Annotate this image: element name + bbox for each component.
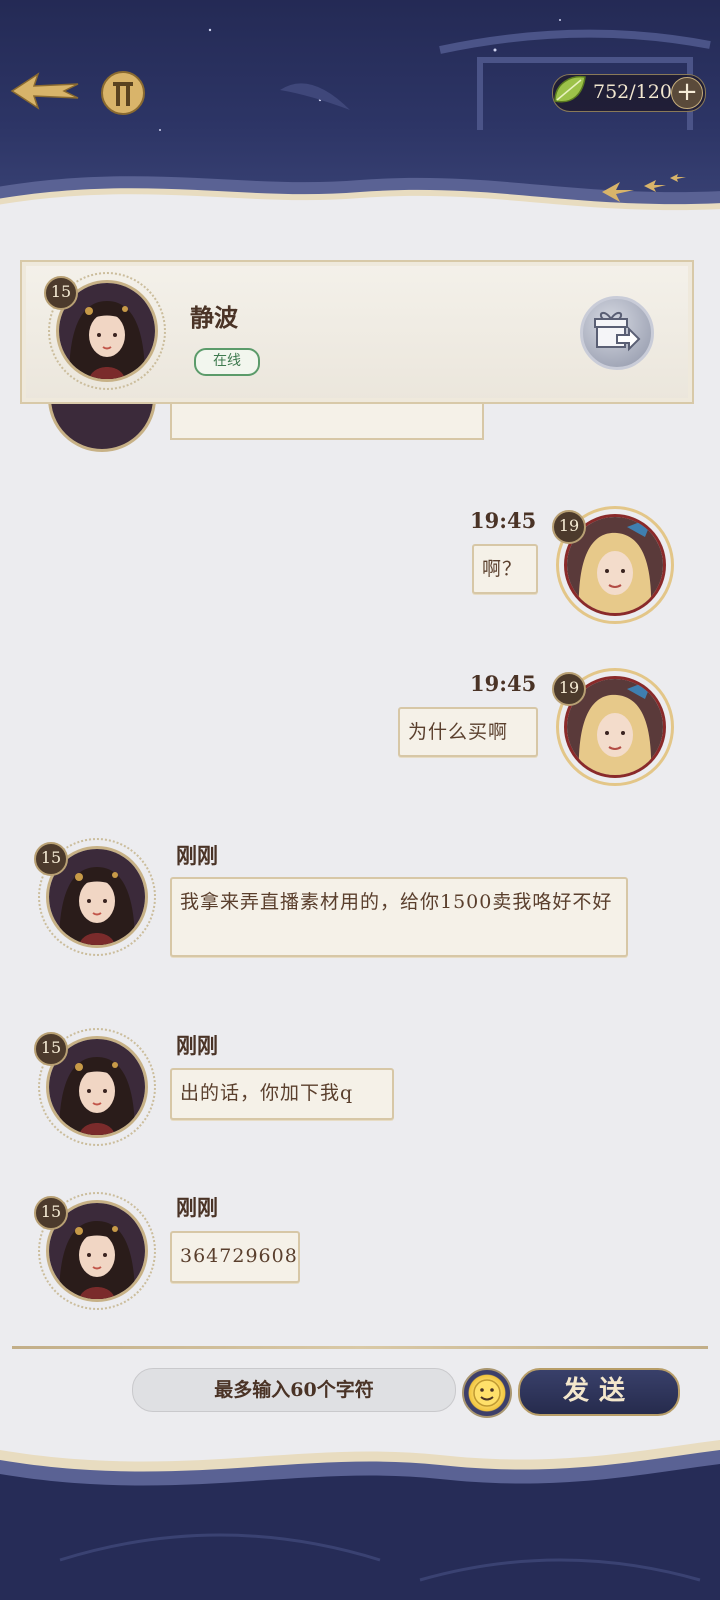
message-time: 19:45 [470, 508, 537, 533]
composer-divider [12, 1346, 708, 1349]
message-input[interactable]: 最多输入60个字符 [132, 1368, 456, 1412]
previous-message-fragment [40, 404, 160, 464]
arrows-decoration [602, 174, 686, 202]
self-avatar[interactable]: 19 [552, 506, 674, 624]
message-time: 19:45 [470, 671, 537, 696]
message-bubble[interactable]: 我拿来弄直播素材用的，给你1500卖我咯好不好 [170, 877, 628, 957]
friend-name: 静波 [190, 303, 238, 332]
message-bubble[interactable]: 364729608 [170, 1231, 300, 1283]
currency-value: 752/120 [593, 81, 672, 103]
sender-avatar[interactable]: 15 [34, 1028, 156, 1146]
level-badge: 15 [34, 842, 68, 876]
currency-counter: 752/120 + [552, 74, 706, 112]
online-status-badge: 在线 [194, 348, 260, 376]
home-gate-icon [101, 71, 145, 115]
sender-name: 刚刚 [176, 843, 218, 868]
level-badge: 15 [34, 1196, 68, 1230]
sender-avatar[interactable]: 15 [34, 838, 156, 956]
send-button[interactable]: 发送 [518, 1368, 680, 1416]
top-bar: 752/120 + [0, 0, 720, 230]
back-arrow-icon [10, 72, 79, 110]
message-bubble[interactable]: 为什么买啊 [398, 707, 538, 757]
gift-send-icon [594, 312, 641, 352]
home-button[interactable] [100, 70, 146, 116]
add-currency-button[interactable]: + [671, 77, 703, 109]
previous-bubble-fragment [170, 404, 484, 440]
sender-name: 刚刚 [176, 1033, 218, 1058]
self-avatar[interactable]: 19 [552, 668, 674, 786]
leaf-currency-icon [554, 75, 586, 103]
emoji-icon [473, 1379, 501, 1407]
level-badge: 15 [44, 276, 78, 310]
message-bubble[interactable]: 啊？ [472, 544, 538, 594]
sender-avatar[interactable]: 15 [34, 1192, 156, 1310]
friend-avatar[interactable]: 15 [44, 272, 166, 390]
back-button[interactable] [8, 66, 80, 116]
emoji-button[interactable] [462, 1368, 512, 1418]
send-gift-button[interactable] [580, 296, 654, 370]
level-badge: 15 [34, 1032, 68, 1066]
message-bubble[interactable]: 出的话，你加下我q [170, 1068, 394, 1120]
level-badge: 19 [552, 510, 586, 544]
sender-name: 刚刚 [176, 1195, 218, 1220]
footer-wave-decoration [0, 1440, 720, 1600]
friend-info-card: 15 静波 在线 [20, 260, 694, 404]
level-badge: 19 [552, 672, 586, 706]
